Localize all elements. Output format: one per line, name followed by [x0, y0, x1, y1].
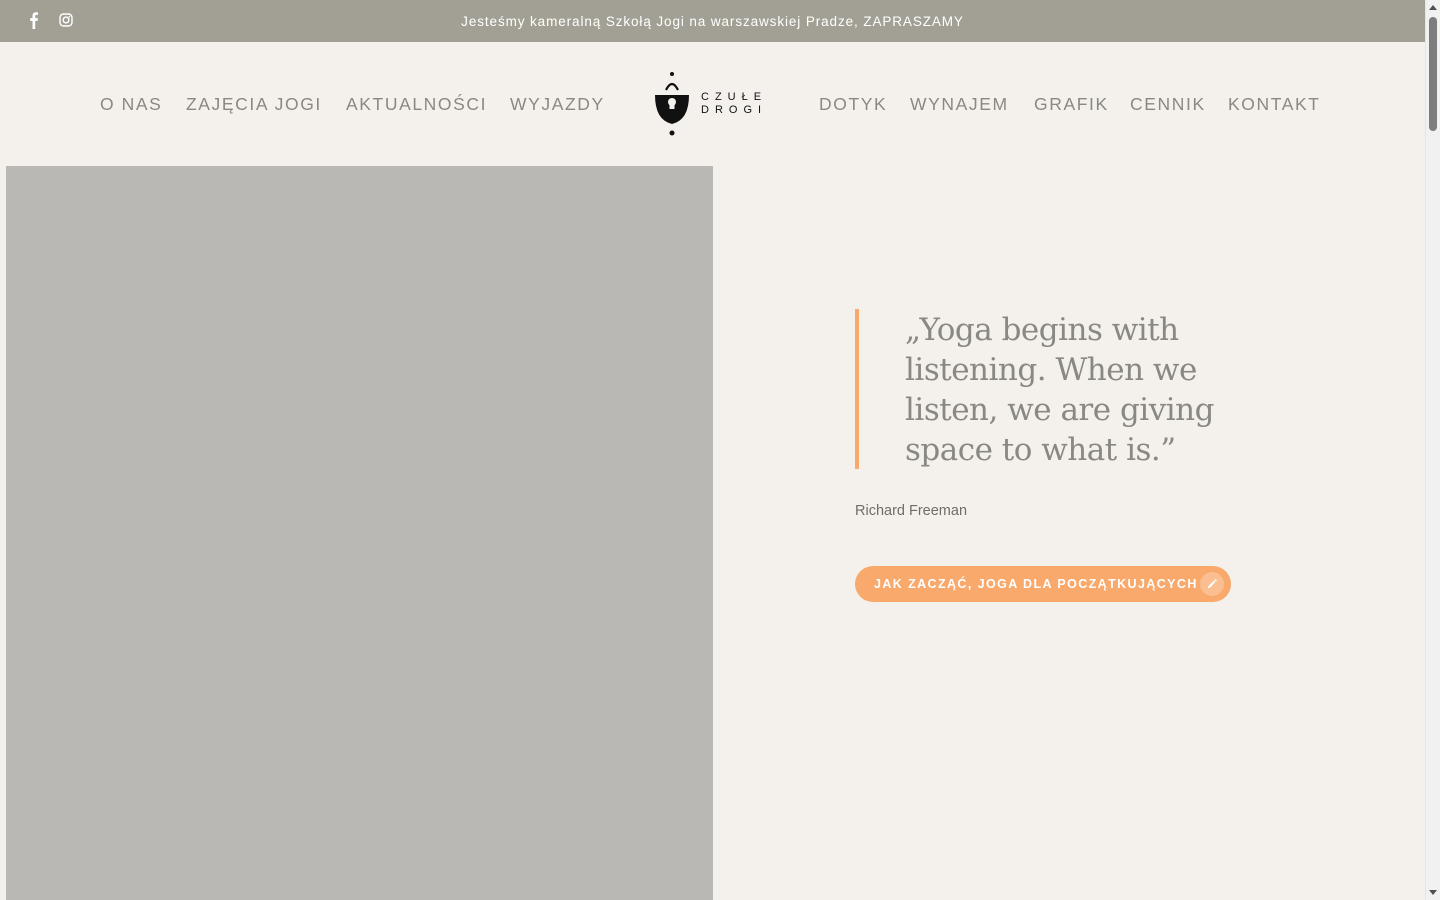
nav-item-wyjazdy[interactable]: WYJAZDY — [510, 94, 605, 115]
instagram-icon[interactable] — [58, 10, 74, 30]
pencil-icon — [1200, 572, 1224, 596]
main-header: O NAS ZAJĘCIA JOGI AKTUALNOŚCI WYJAZDY C… — [0, 42, 1425, 166]
site-logo[interactable]: CZUŁE DROGI — [654, 70, 774, 140]
beginners-yoga-button[interactable]: JAK ZACZĄĆ, JOGA DLA POCZĄTKUJĄCYCH — [855, 566, 1231, 602]
scroll-down-arrow-icon[interactable] — [1429, 890, 1437, 895]
hero-image — [6, 166, 713, 900]
nav-item-wynajem[interactable]: WYNAJEM — [910, 94, 1009, 115]
nav-item-grafik[interactable]: GRAFIK — [1034, 94, 1109, 115]
nav-item-aktualnosci[interactable]: AKTUALNOŚCI — [346, 94, 487, 115]
nav-item-zajecia-jogi[interactable]: ZAJĘCIA JOGI — [186, 94, 322, 115]
announcement-bar: Jesteśmy kameralną Szkołą Jogi na warsza… — [0, 0, 1425, 42]
facebook-icon[interactable] — [26, 10, 42, 30]
page-scrollbar[interactable] — [1425, 0, 1440, 900]
scrollbar-thumb[interactable] — [1429, 17, 1437, 131]
nav-item-kontakt[interactable]: KONTAKT — [1228, 94, 1321, 115]
logo-text-top: CZUŁE — [701, 91, 768, 103]
beginners-yoga-button-label: JAK ZACZĄĆ, JOGA DLA POCZĄTKUJĄCYCH — [874, 577, 1198, 591]
social-links — [26, 10, 74, 30]
logo-text-bottom: DROGI — [701, 104, 768, 116]
quote-author: Richard Freeman — [855, 503, 968, 519]
announcement-text: Jesteśmy kameralną Szkołą Jogi na warsza… — [461, 13, 964, 29]
hero-quote: „Yoga begins with listening. When we lis… — [905, 312, 1214, 468]
quote-block: „Yoga begins with listening. When we lis… — [855, 309, 1275, 469]
scroll-up-arrow-icon[interactable] — [1429, 5, 1437, 10]
nav-item-cennik[interactable]: CENNIK — [1130, 94, 1206, 115]
nav-item-o-nas[interactable]: O NAS — [100, 94, 162, 115]
nav-item-dotyk[interactable]: DOTYK — [819, 94, 887, 115]
